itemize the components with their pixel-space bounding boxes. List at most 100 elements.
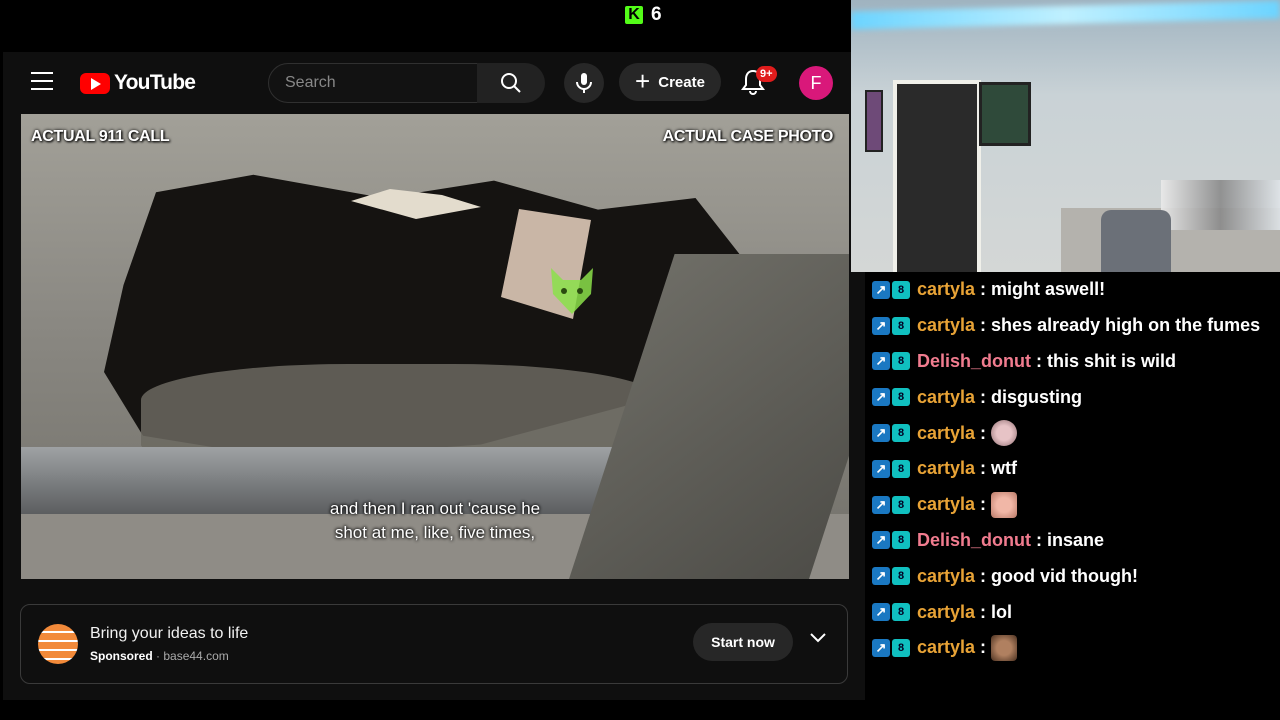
create-button[interactable]: + Create	[619, 63, 721, 101]
moderator-badge-icon: ↗	[872, 459, 890, 478]
ad-title: Bring your ideas to life	[90, 625, 249, 642]
wall-poster	[865, 90, 883, 152]
ad-meta: Sponsored · base44.com	[90, 649, 229, 663]
chat-message-text: good vid though!	[991, 565, 1138, 586]
chat-panel: ↗ 8 cartyla: might aswell! ↗ 8 cartyla: shes al…	[868, 272, 1280, 720]
account-avatar[interactable]: F	[799, 66, 833, 100]
chat-separator: :	[980, 422, 987, 443]
chat-message-text: lol	[991, 601, 1013, 622]
sponsored-ad-card[interactable]: Bring your ideas to life Sponsored · bas…	[20, 604, 848, 684]
search-input[interactable]	[269, 64, 465, 102]
chat-separator: :	[980, 315, 987, 336]
advertiser-logo-icon	[38, 624, 78, 664]
subscriber-badge-icon: 8	[892, 567, 910, 586]
ad-domain: base44.com	[163, 649, 229, 663]
desk-items	[1161, 180, 1280, 230]
moderator-badge-icon: ↗	[872, 424, 890, 443]
chat-message: ↗ 8 cartyla: disgusting	[868, 379, 1280, 415]
voice-search-button[interactable]	[564, 63, 604, 103]
chat-username[interactable]: cartyla	[917, 602, 975, 623]
search-button[interactable]	[477, 63, 545, 103]
create-label: Create	[658, 73, 705, 91]
menu-icon[interactable]	[31, 72, 53, 90]
chat-message-text: wtf	[991, 458, 1018, 479]
viewer-counter: K 6	[625, 4, 662, 26]
chat-username[interactable]: cartyla	[917, 566, 975, 587]
led-strip	[851, 0, 1280, 30]
sponsored-label: Sponsored	[90, 649, 153, 663]
notification-badge: 9+	[756, 66, 777, 82]
youtube-play-icon	[80, 72, 110, 94]
chat-username[interactable]: Delish_donut	[917, 530, 1031, 551]
webcam-feed	[851, 0, 1280, 272]
chat-separator: :	[980, 386, 987, 407]
chat-message-text: insane	[1047, 529, 1105, 550]
hat-emote-icon	[991, 634, 1018, 661]
youtube-logo-text: YouTube	[114, 71, 196, 94]
chevron-down-icon[interactable]	[809, 632, 827, 644]
chat-message: ↗ 8 cartyla: shes already high on the fumes	[868, 308, 1280, 344]
wall-poster	[979, 82, 1031, 146]
chair	[1101, 210, 1171, 272]
chat-username[interactable]: Delish_donut	[917, 351, 1031, 372]
search-icon	[501, 73, 521, 93]
video-player[interactable]: ACTUAL 911 CALL ACTUAL CASE PHOTO and th…	[21, 114, 849, 579]
chat-username[interactable]: cartyla	[917, 279, 975, 300]
subscriber-badge-icon: 8	[892, 388, 910, 407]
moderator-badge-icon: ↗	[872, 280, 890, 299]
chat-message: ↗ 8 Delish_donut: this shit is wild	[868, 344, 1280, 380]
moderator-badge-icon: ↗	[872, 352, 890, 371]
chat-message: ↗ 8 cartyla: might aswell!	[868, 272, 1280, 308]
chat-message: ↗ 8 cartyla:	[868, 487, 1280, 523]
youtube-header: YouTube + Create 9+ F	[3, 52, 865, 112]
chat-username[interactable]: cartyla	[917, 423, 975, 444]
youtube-logo[interactable]: YouTube	[80, 71, 196, 95]
moderator-badge-icon: ↗	[872, 388, 890, 407]
subscriber-badge-icon: 8	[892, 495, 910, 514]
caption-line: shot at me, like, five times,	[334, 523, 536, 542]
chat-message-text: might aswell!	[991, 279, 1106, 300]
caption-line: and then I ran out 'cause he	[329, 499, 541, 518]
chat-message: ↗ 8 cartyla: good vid though!	[868, 558, 1280, 594]
chat-separator: :	[1036, 350, 1043, 371]
chat-username[interactable]: cartyla	[917, 458, 975, 479]
subscriber-badge-icon: 8	[892, 459, 910, 478]
face-emote-icon	[991, 491, 1018, 518]
moderator-badge-icon: ↗	[872, 495, 890, 514]
chat-separator: :	[1036, 529, 1043, 550]
moderator-badge-icon: ↗	[872, 603, 890, 622]
microphone-icon	[576, 73, 592, 93]
cat-emote-icon	[991, 420, 1018, 447]
subscriber-badge-icon: 8	[892, 603, 910, 622]
chat-message-text: disgusting	[991, 386, 1083, 407]
moderator-badge-icon: ↗	[872, 316, 890, 335]
plus-icon: +	[635, 66, 651, 96]
chat-username[interactable]: cartyla	[917, 387, 975, 408]
chat-separator: :	[980, 494, 987, 515]
subscriber-badge-icon: 8	[892, 424, 910, 443]
chat-message: ↗ 8 cartyla:	[868, 415, 1280, 451]
moderator-badge-icon: ↗	[872, 638, 890, 657]
closet-door	[893, 80, 981, 272]
moderator-badge-icon: ↗	[872, 531, 890, 550]
subscriber-badge-icon: 8	[892, 316, 910, 335]
channel-watermark-icon	[551, 268, 593, 314]
subscriber-badge-icon: 8	[892, 280, 910, 299]
viewer-count: 6	[651, 4, 662, 25]
moderator-badge-icon: ↗	[872, 567, 890, 586]
video-overlay-label-left: ACTUAL 911 CALL	[31, 128, 170, 145]
chat-separator: :	[980, 279, 987, 300]
chat-message: ↗ 8 cartyla:	[868, 630, 1280, 666]
video-captions: and then I ran out 'cause he shot at me,…	[21, 497, 849, 545]
chat-separator: :	[980, 565, 987, 586]
search-box	[268, 63, 478, 103]
chat-username[interactable]: cartyla	[917, 494, 975, 515]
chat-username[interactable]: cartyla	[917, 637, 975, 658]
chat-username[interactable]: cartyla	[917, 315, 975, 336]
start-now-button[interactable]: Start now	[693, 623, 793, 661]
subscriber-badge-icon: 8	[892, 638, 910, 657]
subscriber-badge-icon: 8	[892, 352, 910, 371]
subscriber-badge-icon: 8	[892, 531, 910, 550]
chat-message-text: this shit is wild	[1047, 350, 1177, 371]
chat-message: ↗ 8 cartyla: lol	[868, 594, 1280, 630]
